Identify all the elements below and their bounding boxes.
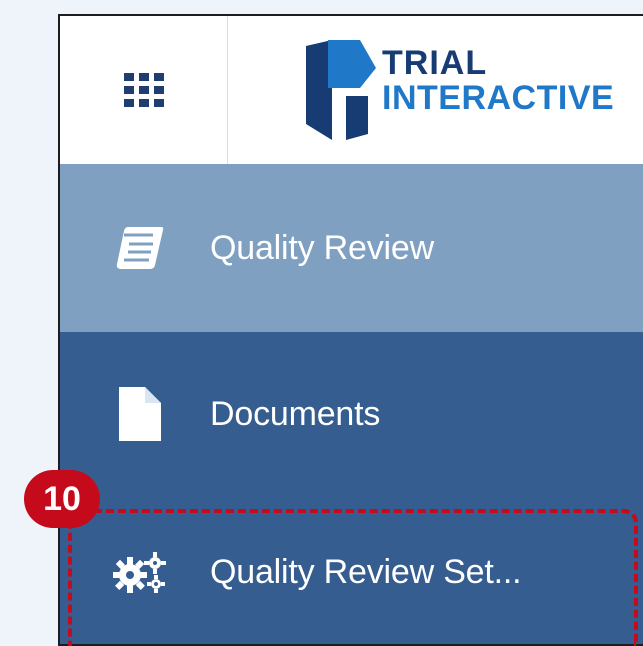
apps-menu-button[interactable] [60, 16, 228, 164]
logo-line-2: INTERACTIVE [382, 79, 615, 117]
sidebar-item-quality-review-settings[interactable]: Quality Review Set... [60, 496, 643, 644]
book-icon [108, 216, 172, 280]
sidebar-nav: Quality Review Documents Quality Review … [60, 164, 643, 644]
apps-grid-icon [123, 73, 164, 107]
app-panel: TRIAL INTERACTIVE Quality Review Documen… [58, 14, 643, 646]
logo-line-1: TRIAL [382, 44, 488, 82]
sidebar-item-quality-review[interactable]: Quality Review [60, 164, 643, 332]
sidebar-item-label: Quality Review Set... [210, 552, 522, 591]
app-header: TRIAL INTERACTIVE [60, 16, 643, 164]
sidebar-item-label: Documents [210, 394, 381, 433]
trial-interactive-logo: TRIAL INTERACTIVE [298, 28, 638, 148]
gears-icon [108, 540, 172, 604]
step-callout-badge: 10 [24, 470, 100, 528]
page: TRIAL INTERACTIVE Quality Review Documen… [0, 0, 643, 646]
sidebar-item-documents[interactable]: Documents [60, 332, 643, 496]
document-icon [108, 382, 172, 446]
logo-mark-icon [306, 40, 376, 140]
sidebar-item-label: Quality Review [210, 228, 434, 267]
